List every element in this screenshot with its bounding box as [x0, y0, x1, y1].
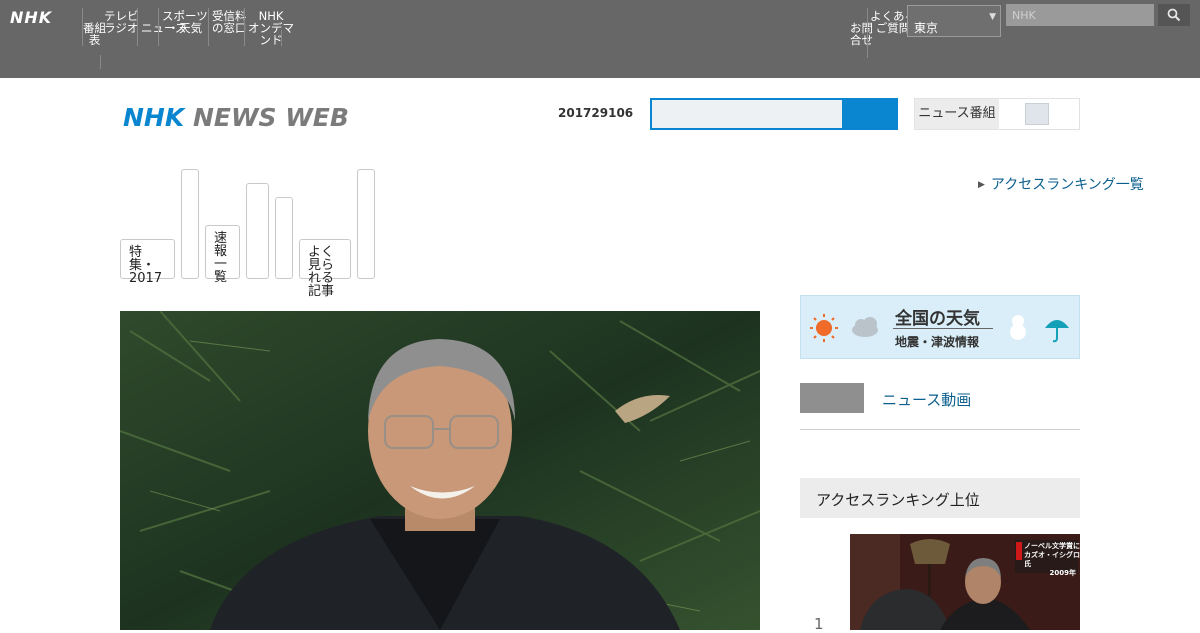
nav-divider — [208, 8, 209, 46]
category-label: 速報 — [214, 231, 228, 259]
region-select-value: 東京 — [914, 21, 939, 35]
logo-newsweb-text: NEWS WEB — [192, 103, 349, 132]
category-tab[interactable] — [246, 183, 269, 279]
gnav-label: 合せ — [850, 33, 873, 47]
earthquake-tsunami-link[interactable]: 地震・津波情報 — [895, 333, 979, 350]
gnav-item-sports-weather[interactable]: スポーツ ・天気 — [162, 10, 208, 34]
nav-divider — [867, 8, 868, 58]
news-video-link[interactable]: ニュース動画 — [882, 389, 971, 410]
ranking-heading: アクセスランキング上位 — [800, 478, 1080, 518]
gnav-item-fee[interactable]: 受信料 の窓口 — [212, 10, 247, 34]
nhk-search-input[interactable] — [1006, 4, 1154, 26]
category-tab-breaking[interactable]: 速報 一覧 — [205, 225, 240, 284]
toggle-label: ニュース番組 — [915, 99, 999, 129]
umbrella-icon — [1045, 320, 1069, 343]
category-tab[interactable] — [275, 197, 293, 279]
category-label: 特集・ — [129, 245, 156, 273]
logo-nhk-text: NHK — [123, 103, 185, 132]
weather-title: 全国の天気 — [895, 309, 980, 329]
gnav-label: 表 — [88, 33, 101, 47]
nav-divider — [158, 8, 159, 46]
nav-divider — [137, 8, 138, 46]
ranking-link-text: アクセスランキング一覧 — [990, 177, 1144, 193]
category-tab-special[interactable]: 特集・ 2017 — [120, 239, 175, 285]
divider — [893, 328, 993, 329]
snowman-icon — [1010, 315, 1026, 340]
region-select[interactable]: 東京 ▼ — [907, 5, 1001, 37]
news-web-logo[interactable]: NHK NEWS WEB — [123, 103, 349, 132]
category-label: よく見られる — [308, 245, 335, 286]
video-badge[interactable] — [800, 383, 864, 413]
global-header: NHK 番組 表 テレビ ラジオ ニュース スポーツ ・天気 受信料 の窓口 N… — [0, 0, 1200, 78]
cloud-icon — [852, 317, 878, 337]
category-label: 一覧 — [214, 257, 228, 285]
gnav-label: ラジオ — [104, 21, 139, 35]
category-label: 記事 — [308, 284, 335, 299]
toggle-switch[interactable] — [1025, 103, 1049, 125]
news-program-toggle[interactable]: ニュース番組 — [914, 98, 1080, 130]
ranking-thumbnail[interactable]: ノーベル文学賞に カズオ・イシグロ氏 2009年 — [850, 534, 1080, 630]
rank-number: 1 — [814, 615, 824, 633]
gnav-item-programs[interactable]: テレビ ラジオ — [104, 10, 139, 34]
ranking-list-link[interactable]: ▶ アクセスランキング一覧 — [978, 174, 1144, 194]
caption-line: ノーベル文学賞に — [1024, 542, 1080, 550]
gnav-label: の窓口 — [212, 21, 247, 35]
site-search — [650, 98, 898, 130]
site-search-button[interactable] — [842, 100, 898, 128]
nav-divider — [281, 30, 282, 46]
category-label: 2017 — [129, 271, 163, 286]
category-tab[interactable] — [357, 169, 375, 279]
nhk-search-button[interactable] — [1158, 4, 1190, 26]
chevron-down-icon: ▼ — [989, 12, 996, 22]
divider — [800, 429, 1080, 430]
gnav-item-schedule[interactable]: 番組 表 — [83, 22, 106, 46]
gnav-label: ンド — [259, 33, 283, 47]
category-tab[interactable] — [181, 169, 199, 279]
site-search-input[interactable] — [652, 100, 842, 128]
gnav-label: ・天気 — [167, 21, 203, 35]
triangle-right-icon: ▶ — [978, 180, 985, 190]
caption-line: カズオ・イシグロ氏 — [1024, 551, 1080, 568]
nhk-logo[interactable]: NHK — [10, 8, 52, 27]
thumbnail-caption: ノーベル文学賞に カズオ・イシグロ氏 2009年 — [1024, 542, 1080, 578]
search-icon — [1167, 8, 1181, 22]
caption-line: 2009年 — [1049, 569, 1076, 577]
nav-divider — [100, 55, 101, 69]
date-display: 201729106 — [558, 106, 634, 120]
sun-icon — [810, 314, 838, 342]
weather-banner[interactable]: 全国の天気 地震・津波情報 — [800, 295, 1080, 359]
gnav-item-ondemand[interactable]: NHK オンデマ ンド — [248, 10, 294, 46]
category-tab-popular[interactable]: よく見られる 記事 — [299, 239, 351, 298]
nav-divider — [244, 8, 245, 46]
portrait-illustration — [120, 311, 760, 630]
main-news-photo[interactable] — [120, 311, 760, 630]
